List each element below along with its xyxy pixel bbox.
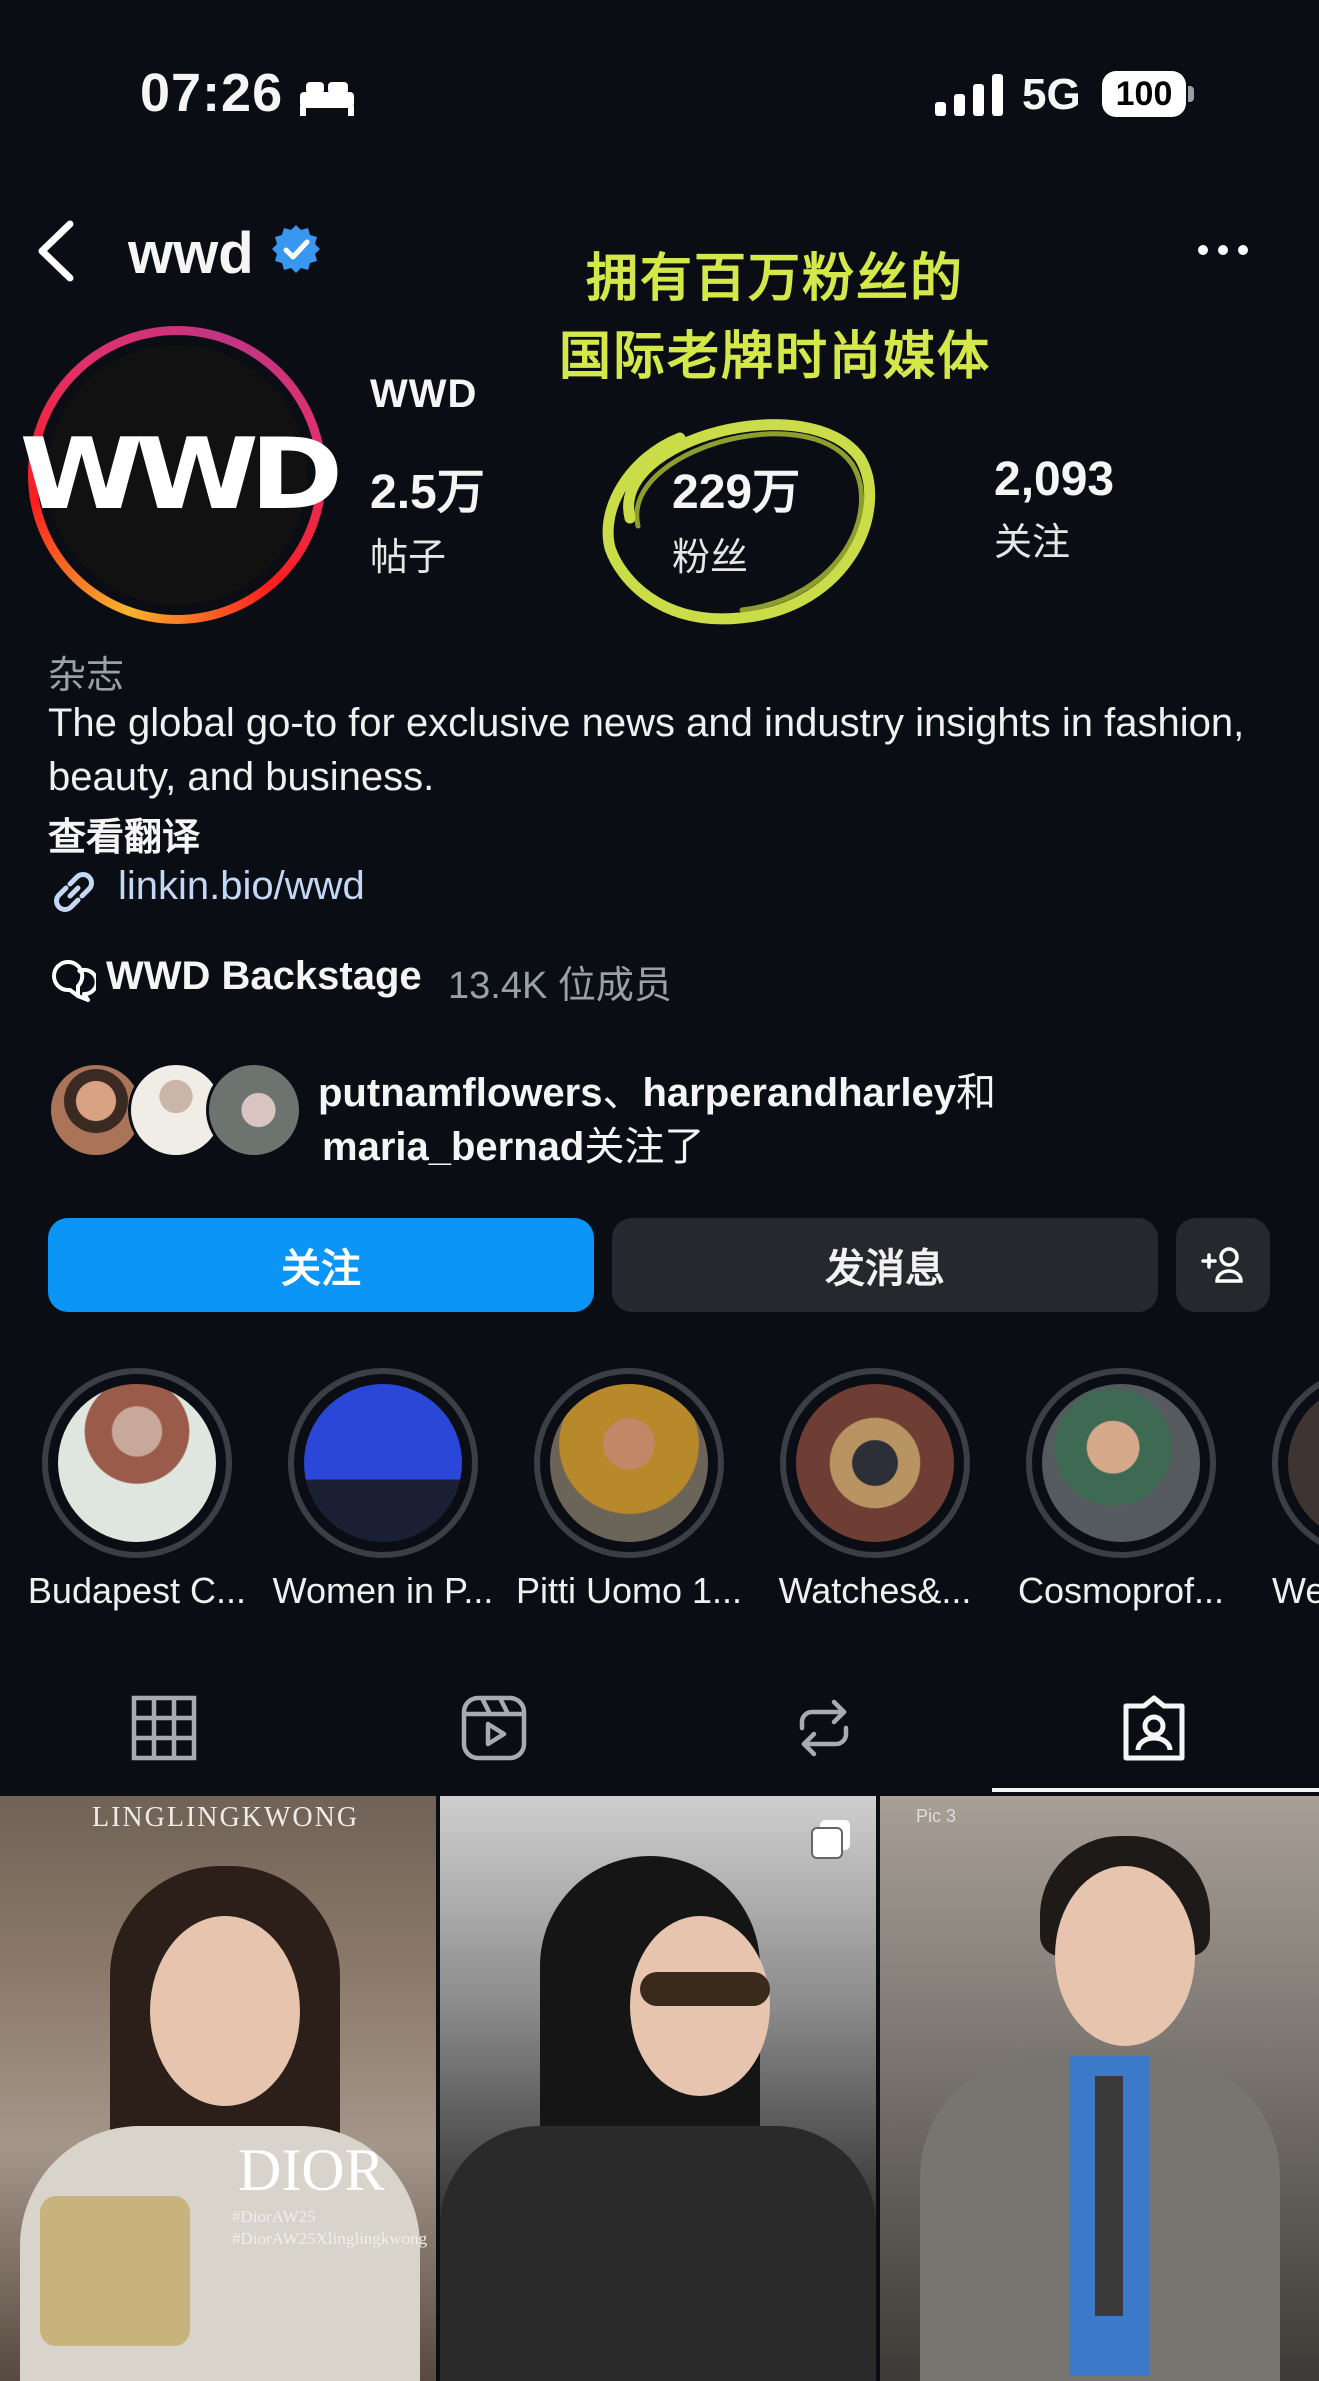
posts-count[interactable]: 2.5万 帖子 <box>370 452 485 581</box>
profile-handle: wwd <box>128 221 254 286</box>
battery-level: 100 <box>1102 71 1186 117</box>
posts-label: 帖子 <box>370 537 447 579</box>
post-watermark: Pic 3 <box>916 1806 957 1826</box>
highlight-label: Cosmoprof... <box>1017 1570 1225 1611</box>
mutual-user-3[interactable]: maria_bernad <box>322 1125 584 1169</box>
story-highlight[interactable]: Cosmoprof... <box>1018 1368 1224 1611</box>
status-time: 07:26 <box>140 63 284 123</box>
annotation-line-2: 国际老牌时尚媒体 <box>558 328 991 386</box>
story-highlight[interactable]: Women in P... <box>273 1368 493 1611</box>
post-overlay-tags: #DiorAW25 #DiorAW25Xlinglingkwong <box>232 2207 428 2248</box>
mutual-user-2[interactable]: harperandharley <box>642 1071 955 1115</box>
handbag-image <box>40 2196 190 2346</box>
posts-value: 2.5万 <box>370 466 485 519</box>
highlight-label: Women in P... <box>272 1570 494 1611</box>
mutual-follower-avatar[interactable] <box>206 1062 302 1158</box>
highlight-label: Budapest C... <box>27 1570 247 1611</box>
story-highlight[interactable]: Wee <box>1272 1368 1319 1648</box>
link-icon <box>54 872 94 912</box>
following-label: 关注 <box>994 522 1071 564</box>
highlight-circle-annotation <box>602 419 876 625</box>
post-overlay-brand: DIOR <box>238 2137 385 2203</box>
mutual-suffix: 关注了 <box>584 1125 705 1169</box>
reposts-tab-icon[interactable] <box>788 1692 860 1764</box>
story-highlight[interactable]: Watches&... <box>779 1368 971 1611</box>
highlight-label: Pitti Uomo 1... <box>515 1570 743 1611</box>
more-options-icon[interactable] <box>1195 240 1251 260</box>
profile-bio: The global go-to for exclusive news and … <box>48 701 1245 799</box>
story-highlight[interactable]: Budapest C... <box>28 1368 246 1611</box>
carousel-icon <box>811 1820 850 1859</box>
broadcast-channel-icon <box>52 959 96 1002</box>
suggested-users-button[interactable] <box>1176 1218 1270 1312</box>
highlight-label: Watches&... <box>778 1570 972 1611</box>
posts-grid-tab-icon[interactable] <box>128 1692 200 1764</box>
channel-member-count: 13.4K 位成员 <box>448 965 672 1007</box>
post-thumbnail[interactable]: LINGLINGKWONG DIOR #DiorAW25 #DiorAW25Xl… <box>0 1796 436 2381</box>
post-overlay-name: LINGLINGKWONG <box>92 1802 360 1833</box>
follow-button[interactable]: 关注 <box>48 1218 594 1312</box>
highlight-cover <box>304 1384 462 1542</box>
mutual-user-1[interactable]: putnamflowers <box>318 1071 602 1115</box>
active-tab-indicator <box>992 1788 1319 1792</box>
following-count[interactable]: 2,093 关注 <box>994 452 1114 566</box>
cellular-signal-icon <box>935 74 1003 116</box>
add-person-icon <box>1201 1247 1243 1283</box>
mutual-separator: 、 <box>602 1071 643 1115</box>
network-type: 5G <box>1022 70 1081 119</box>
reels-tab-icon[interactable] <box>458 1692 530 1764</box>
highlight-cover <box>550 1384 708 1542</box>
post-thumbnail[interactable] <box>440 1796 876 2381</box>
highlight-label: Wee <box>1272 1570 1319 1611</box>
channel-name[interactable]: WWD Backstage <box>106 954 422 999</box>
verified-badge-icon <box>272 225 320 273</box>
following-value: 2,093 <box>994 453 1115 506</box>
mutual-followers-text-2[interactable]: maria_bernad关注了 <box>322 1114 704 1172</box>
post-thumbnail[interactable]: Pic 3 <box>880 1796 1319 2381</box>
see-translation-link[interactable]: 查看翻译 <box>48 806 200 861</box>
wwd-logo: WWD <box>20 345 343 605</box>
profile-avatar[interactable]: WWD <box>20 326 343 624</box>
mutual-and: 和 <box>955 1071 996 1115</box>
sleep-mode-icon <box>300 82 354 116</box>
highlight-cover <box>1288 1384 1319 1542</box>
mutual-followers-text[interactable]: putnamflowers、harperandharley和 <box>318 1060 996 1118</box>
profile-category: 杂志 <box>48 655 125 697</box>
story-highlight[interactable]: Pitti Uomo 1... <box>516 1368 742 1611</box>
back-arrow-icon[interactable] <box>32 218 82 284</box>
display-name: WWD <box>370 372 478 416</box>
highlight-cover <box>1042 1384 1200 1542</box>
highlight-cover <box>796 1384 954 1542</box>
message-button[interactable]: 发消息 <box>612 1218 1158 1312</box>
bio-link[interactable]: linkin.bio/wwd <box>118 864 365 909</box>
tagged-tab-icon[interactable] <box>1118 1692 1190 1764</box>
battery-icon: 100 <box>1102 71 1194 117</box>
annotation-line-1: 拥有百万粉丝的 <box>585 250 964 308</box>
highlight-cover <box>58 1384 216 1542</box>
